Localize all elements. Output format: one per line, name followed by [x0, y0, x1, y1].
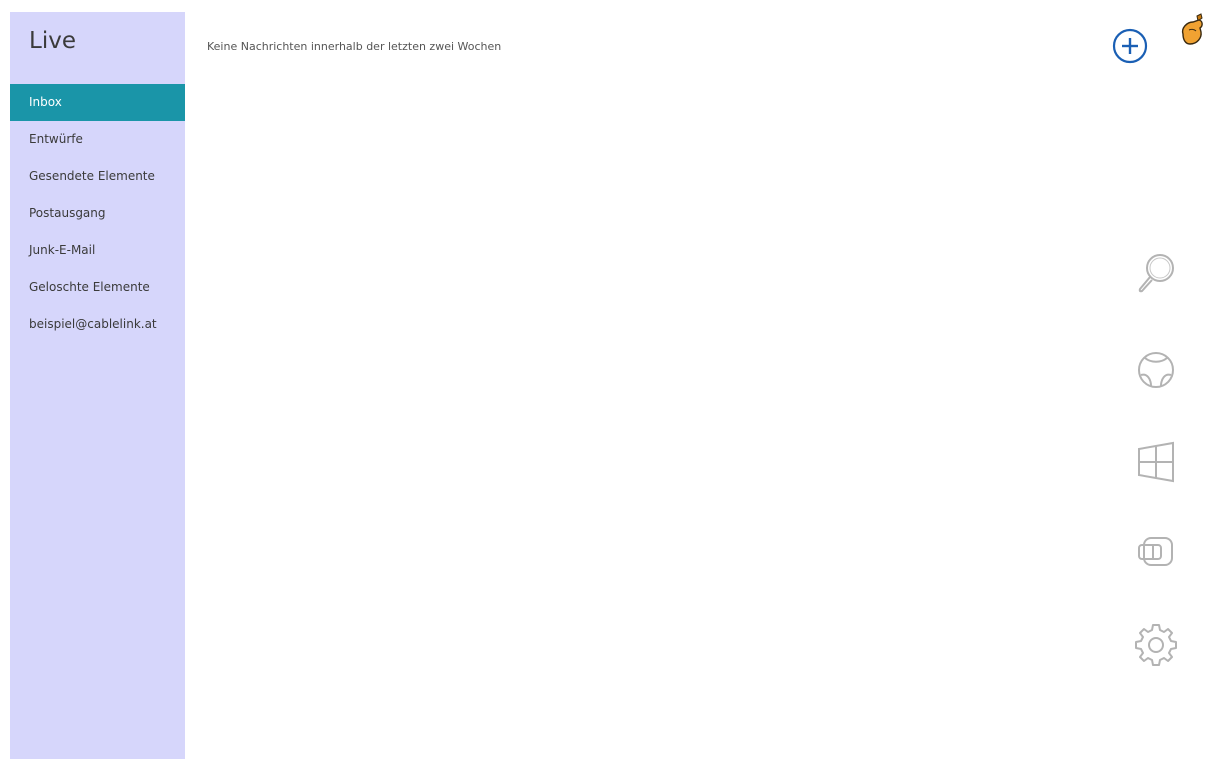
devices-icon	[1138, 537, 1173, 566]
folder-item-inbox[interactable]: Inbox	[10, 84, 185, 121]
folder-item-deleted[interactable]: Geloschte Elemente	[10, 269, 185, 306]
folder-item-junk[interactable]: Junk-E-Mail	[10, 232, 185, 269]
charm-share[interactable]	[1128, 342, 1184, 398]
plus-circle-icon	[1112, 28, 1148, 64]
charm-search[interactable]	[1128, 246, 1184, 302]
search-icon	[1138, 254, 1174, 293]
new-message-button[interactable]	[1110, 26, 1150, 66]
account-title: Live	[29, 28, 76, 54]
folder-item-account[interactable]: beispiel@cablelink.at	[10, 306, 185, 343]
empty-message: Keine Nachrichten innerhalb der letzten …	[207, 40, 502, 53]
charm-devices[interactable]	[1128, 524, 1184, 580]
charm-settings[interactable]	[1128, 616, 1184, 672]
folder-item-outbox[interactable]: Postausgang	[10, 195, 185, 232]
hand-pointer-icon	[1175, 12, 1209, 52]
sidebar: Live Inbox Entwürfe Gesendete Elemente P…	[10, 12, 185, 759]
share-icon	[1138, 352, 1174, 388]
folder-item-drafts[interactable]: Entwürfe	[10, 121, 185, 158]
settings-gear-icon	[1135, 624, 1177, 666]
folder-item-sent[interactable]: Gesendete Elemente	[10, 158, 185, 195]
windows-start-icon	[1138, 441, 1174, 483]
folder-list: Inbox Entwürfe Gesendete Elemente Postau…	[10, 84, 185, 343]
mail-app-window: Live Inbox Entwürfe Gesendete Elemente P…	[0, 0, 1209, 762]
charm-start[interactable]	[1128, 434, 1184, 490]
